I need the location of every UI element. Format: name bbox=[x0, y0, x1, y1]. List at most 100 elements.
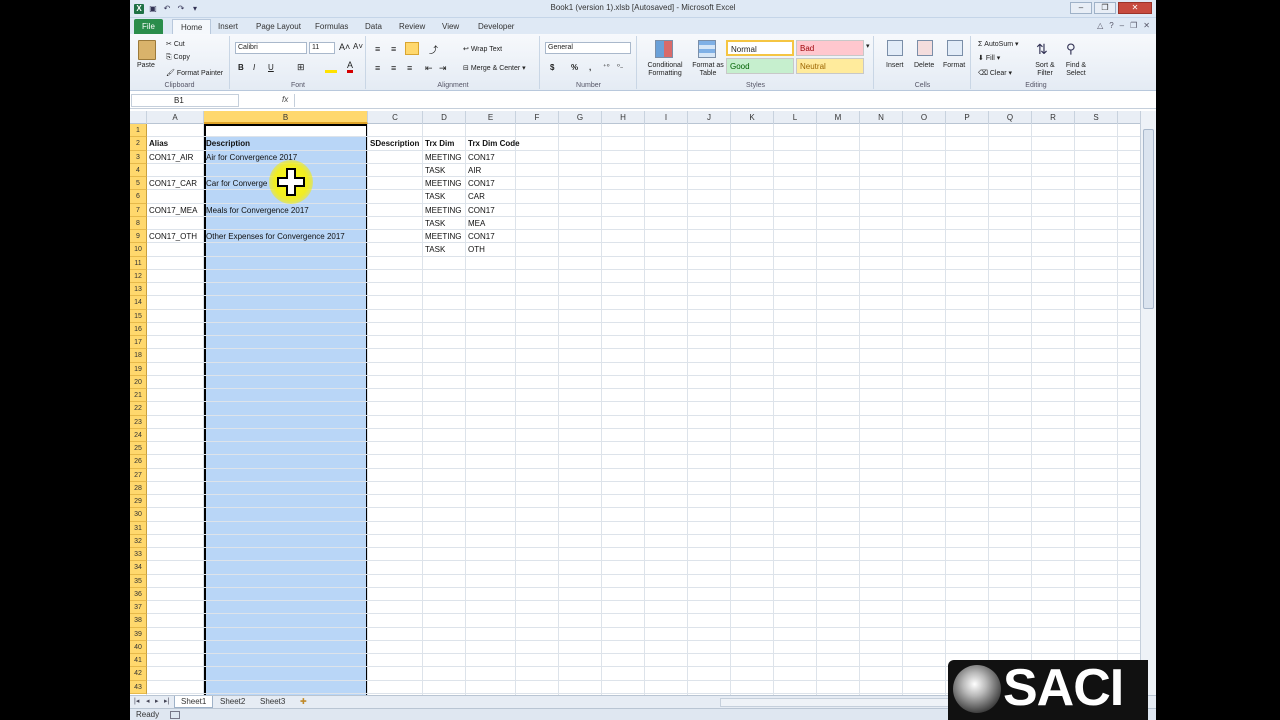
row-header-17[interactable]: 17 bbox=[130, 336, 147, 350]
orientation-icon[interactable]: ⤴ bbox=[429, 43, 438, 56]
column-header-o[interactable]: O bbox=[903, 111, 946, 124]
increase-indent-icon[interactable]: ⇥ bbox=[439, 63, 447, 74]
row-header-7[interactable]: 7 bbox=[130, 203, 147, 217]
row-header-18[interactable]: 18 bbox=[130, 349, 147, 363]
align-bottom-icon[interactable] bbox=[405, 42, 419, 55]
font-name-select[interactable]: Calibri bbox=[235, 42, 307, 54]
cell-d4[interactable]: TASK bbox=[423, 164, 445, 177]
row-header-10[interactable]: 10 bbox=[130, 243, 147, 257]
row-header-37[interactable]: 37 bbox=[130, 601, 147, 615]
column-header-f[interactable]: F bbox=[516, 111, 559, 124]
workbook-close-icon[interactable]: ✕ bbox=[1143, 21, 1150, 30]
autosum-button[interactable]: Σ AutoSum ▾ bbox=[978, 40, 1019, 48]
row-header-8[interactable]: 8 bbox=[130, 216, 147, 230]
fill-color-icon[interactable] bbox=[325, 63, 337, 73]
cell-e9[interactable]: CON17 bbox=[466, 230, 495, 243]
column-header-l[interactable]: L bbox=[774, 111, 817, 124]
cell-d5[interactable]: MEETING bbox=[423, 177, 461, 190]
column-header-g[interactable]: G bbox=[559, 111, 602, 124]
row-header-32[interactable]: 32 bbox=[130, 534, 147, 548]
row-header-29[interactable]: 29 bbox=[130, 495, 147, 509]
style-bad[interactable]: Bad bbox=[796, 40, 864, 56]
cell-b5[interactable]: Car for Converge bbox=[204, 177, 267, 190]
cut-button[interactable]: ✂ Cut bbox=[166, 40, 185, 48]
row-header-14[interactable]: 14 bbox=[130, 296, 147, 310]
column-header-h[interactable]: H bbox=[602, 111, 645, 124]
conditional-formatting-icon[interactable] bbox=[655, 40, 673, 58]
cell-a5[interactable]: CON17_CAR bbox=[147, 177, 197, 190]
tab-data[interactable]: Data bbox=[357, 19, 390, 34]
row-header-35[interactable]: 35 bbox=[130, 574, 147, 588]
conditional-formatting-button[interactable]: Conditional Formatting bbox=[643, 62, 687, 78]
scroll-thumb[interactable] bbox=[1143, 129, 1154, 309]
row-header-23[interactable]: 23 bbox=[130, 415, 147, 429]
cell-e6[interactable]: CAR bbox=[466, 190, 485, 203]
align-middle-icon[interactable]: ≡ bbox=[391, 44, 396, 54]
next-sheet-icon[interactable]: ▸ bbox=[155, 697, 159, 705]
increase-decimal-icon[interactable]: ⁺⁰ bbox=[603, 63, 610, 71]
fill-button[interactable]: ⬇ Fill ▾ bbox=[978, 54, 1000, 62]
wrap-text-button[interactable]: ↩ Wrap Text bbox=[463, 45, 502, 53]
tab-review[interactable]: Review bbox=[391, 19, 433, 34]
row-header-13[interactable]: 13 bbox=[130, 283, 147, 297]
column-header-e[interactable]: E bbox=[466, 111, 516, 124]
sheet-tab-2[interactable]: Sheet2 bbox=[214, 696, 251, 708]
paste-icon[interactable] bbox=[138, 40, 156, 60]
sort-filter-icon[interactable]: ⇅ bbox=[1036, 40, 1054, 58]
column-header-a[interactable]: A bbox=[147, 111, 204, 124]
row-header-28[interactable]: 28 bbox=[130, 481, 147, 495]
vertical-scrollbar[interactable] bbox=[1140, 111, 1156, 695]
name-box[interactable]: B1 bbox=[131, 94, 239, 107]
last-sheet-icon[interactable]: ▸| bbox=[164, 697, 169, 705]
find-select-button[interactable]: Find & Select bbox=[1060, 62, 1092, 78]
number-format-select[interactable]: General bbox=[545, 42, 631, 54]
cell-a2[interactable]: Alias bbox=[147, 137, 168, 150]
workbook-restore-icon[interactable]: ❐ bbox=[1130, 21, 1137, 30]
column-header-d[interactable]: D bbox=[423, 111, 466, 124]
row-header-3[interactable]: 3 bbox=[130, 150, 147, 164]
row-header-4[interactable]: 4 bbox=[130, 163, 147, 177]
font-color-icon[interactable]: A bbox=[347, 61, 354, 73]
cell-d3[interactable]: MEETING bbox=[423, 151, 461, 164]
sheet-tab-1[interactable]: Sheet1 bbox=[174, 696, 214, 708]
cell-d7[interactable]: MEETING bbox=[423, 204, 461, 217]
insert-sheet-icon[interactable]: ✚ bbox=[294, 696, 313, 708]
percent-button[interactable]: % bbox=[571, 63, 578, 72]
cell-a3[interactable]: CON17_AIR bbox=[147, 151, 193, 164]
align-right-icon[interactable]: ≡ bbox=[407, 63, 412, 73]
row-header-25[interactable]: 25 bbox=[130, 442, 147, 456]
align-top-icon[interactable]: ≡ bbox=[375, 44, 380, 54]
cell-c2[interactable]: SDescription bbox=[368, 137, 419, 150]
insert-cells-icon[interactable] bbox=[887, 40, 903, 56]
column-header-r[interactable]: R bbox=[1032, 111, 1075, 124]
row-header-36[interactable]: 36 bbox=[130, 587, 147, 601]
column-header-i[interactable]: I bbox=[645, 111, 688, 124]
column-header-b[interactable]: B bbox=[204, 111, 368, 124]
row-header-26[interactable]: 26 bbox=[130, 455, 147, 469]
decrease-decimal-icon[interactable]: ⁰₋ bbox=[617, 63, 624, 71]
cell-b2[interactable]: Description bbox=[204, 137, 250, 150]
row-header-30[interactable]: 30 bbox=[130, 508, 147, 522]
cell-e5[interactable]: CON17 bbox=[466, 177, 495, 190]
row-header-1[interactable]: 1 bbox=[130, 124, 147, 138]
style-good[interactable]: Good bbox=[726, 58, 794, 74]
cell-b7[interactable]: Meals for Convergence 2017 bbox=[204, 204, 309, 217]
cell-b9[interactable]: Other Expenses for Convergence 2017 bbox=[204, 230, 345, 243]
column-header-q[interactable]: Q bbox=[989, 111, 1032, 124]
bold-button[interactable]: B bbox=[238, 63, 244, 72]
cell-d9[interactable]: MEETING bbox=[423, 230, 461, 243]
help-icon[interactable]: ? bbox=[1109, 21, 1113, 30]
tab-view[interactable]: View bbox=[434, 19, 467, 34]
row-header-39[interactable]: 39 bbox=[130, 627, 147, 641]
borders-icon[interactable]: ⊞ bbox=[297, 62, 305, 73]
cell-a9[interactable]: CON17_OTH bbox=[147, 230, 197, 243]
formula-input[interactable] bbox=[294, 94, 1144, 107]
row-header-40[interactable]: 40 bbox=[130, 640, 147, 654]
binoculars-icon[interactable]: ⚲ bbox=[1066, 40, 1084, 58]
format-cells-button[interactable]: Format bbox=[943, 62, 965, 69]
active-cell-b1[interactable] bbox=[204, 124, 368, 137]
row-header-5[interactable]: 5 bbox=[130, 177, 147, 191]
merge-center-button[interactable]: ⊟ Merge & Center ▾ bbox=[463, 64, 526, 72]
cell-d8[interactable]: TASK bbox=[423, 217, 445, 230]
column-header-n[interactable]: N bbox=[860, 111, 903, 124]
